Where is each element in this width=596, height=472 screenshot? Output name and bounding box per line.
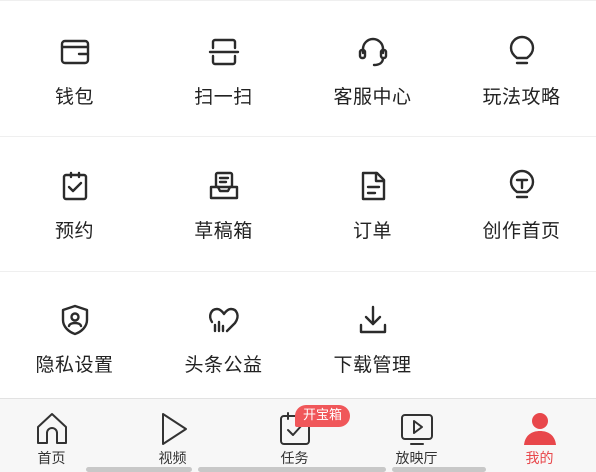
row-divider [0,136,596,137]
grid-item-scan[interactable]: 扫一扫 [149,32,298,108]
tab-label: 视频 [158,451,187,467]
inbox-tray-icon [204,166,244,206]
gesture-bar [86,467,192,472]
grid-item-label: 草稿箱 [194,220,253,242]
gesture-bar [392,467,486,472]
row-divider [0,271,596,272]
shield-user-icon [55,300,95,340]
play-icon [152,409,194,449]
service-grid: 钱包 扫一扫 客服中心 玩法攻略 预约 草稿箱 订单 创作首页 隐私设置 头条公… [0,0,596,400]
tab-label: 放映厅 [395,451,438,467]
grid-item-label: 玩法攻略 [482,86,561,108]
bottom-tab-bar: 首页 视频 任务 开宝箱 放映厅 我的 [0,398,596,472]
wallet-icon [55,32,95,72]
grid-item-label: 钱包 [54,86,94,108]
lightbulb-icon [502,32,542,72]
gesture-bar [198,467,386,472]
download-icon [353,300,393,340]
home-icon [31,409,73,449]
grid-item-downloads[interactable]: 下载管理 [298,300,447,376]
headset-icon [353,32,393,72]
grid-item-label: 订单 [352,220,392,242]
tab-theater[interactable]: 放映厅 [357,399,476,472]
clipboard-check-icon [55,166,95,206]
grid-item-guide[interactable]: 玩法攻略 [447,32,596,108]
grid-item-label: 客服中心 [333,86,412,108]
grid-item-label: 创作首页 [482,220,561,242]
tab-video[interactable]: 视频 [113,399,232,472]
tab-home[interactable]: 首页 [0,399,111,472]
tab-label: 我的 [525,451,554,467]
grid-item-charity[interactable]: 头条公益 [149,300,298,376]
grid-item-drafts[interactable]: 草稿箱 [149,166,298,242]
bulb-t-icon [502,166,542,206]
document-icon [353,166,393,206]
grid-item-label: 隐私设置 [35,354,114,376]
grid-item-label: 预约 [54,220,94,242]
grid-item-appointment[interactable]: 预约 [0,166,149,242]
grid-item-creator-home[interactable]: 创作首页 [447,166,596,242]
grid-item-customer-service[interactable]: 客服中心 [298,32,447,108]
grid-item-label: 扫一扫 [194,86,253,108]
grid-item-label: 下载管理 [333,354,412,376]
tab-label: 任务 [280,451,309,467]
grid-item-orders[interactable]: 订单 [298,166,447,242]
row-divider [0,0,596,1]
grid-item-privacy[interactable]: 隐私设置 [0,300,149,376]
grid-item-wallet[interactable]: 钱包 [0,32,149,108]
screen-play-icon [396,409,438,449]
tab-tasks[interactable]: 任务 开宝箱 [235,399,354,472]
grid-item-label: 头条公益 [184,354,263,376]
charity-heart-icon [204,300,244,340]
scan-icon [204,32,244,72]
tab-label: 首页 [37,451,66,467]
tab-profile[interactable]: 我的 [480,399,596,472]
user-icon [519,409,561,449]
treasure-box-badge: 开宝箱 [295,405,351,427]
